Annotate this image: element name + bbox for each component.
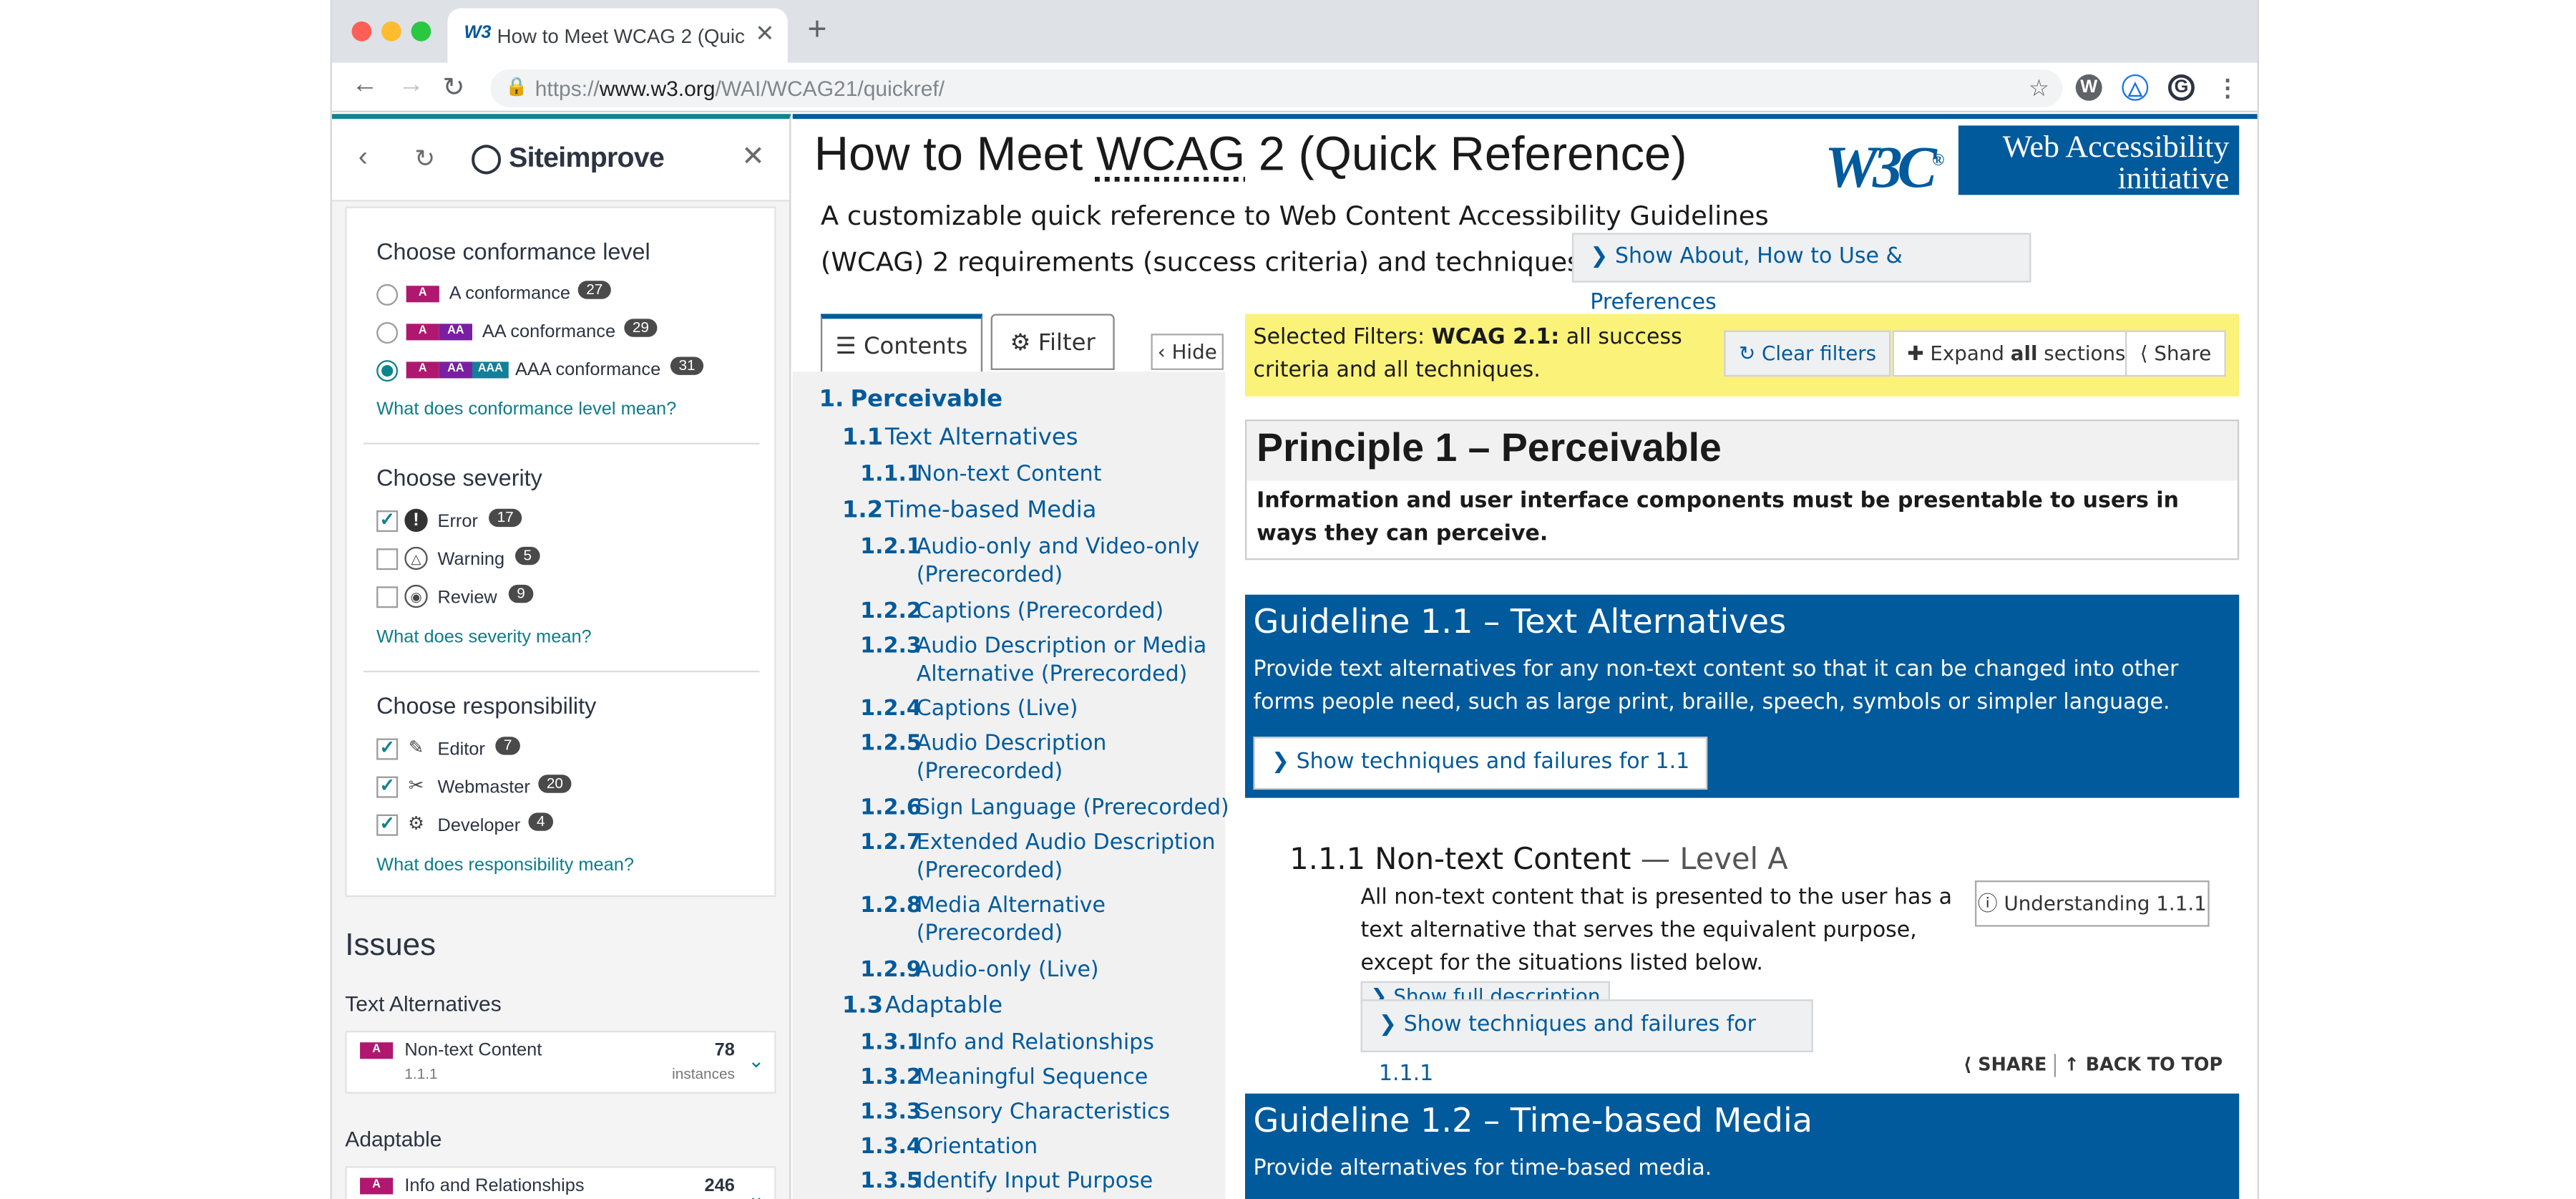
responsibility-option-editor[interactable]: ✓ ✎ Editor 7	[376, 737, 575, 763]
zoom-window-dot[interactable]	[411, 21, 431, 42]
refresh-icon[interactable]: ↻	[414, 144, 435, 173]
level-badge: A	[360, 1178, 394, 1195]
close-icon[interactable]: ✕	[741, 140, 765, 173]
table-of-contents: 1. Perceivable 1.1 Text Alternatives 1.1.1 No…	[792, 372, 1229, 1199]
severity-option-review[interactable]: ◉ Review 9	[376, 584, 575, 611]
divider	[2054, 1054, 2057, 1077]
conformance-help-link[interactable]: What does conformance level mean?	[376, 399, 676, 419]
selected-filters-bar: Selected Filters: WCAG 2.1: all success …	[1244, 314, 2240, 397]
tab-title: How to Meet WCAG 2 (Quickre	[497, 24, 745, 48]
page-content: How to Meet WCAG 2 (Quick Reference) W3C…	[792, 114, 2258, 1199]
review-eye-icon: ◉	[404, 584, 428, 608]
chevron-left-icon[interactable]: ‹	[358, 140, 368, 173]
principle-1-box: Principle 1 – Perceivable Information an…	[1244, 419, 2240, 560]
editor-icon: ✎	[408, 738, 424, 759]
share-button[interactable]: ⟨ Share	[2124, 330, 2227, 377]
guideline-desc: Provide alternatives for time-based medi…	[1253, 1156, 1712, 1181]
webmaster-wrench-icon: ✂	[408, 776, 424, 797]
issue-name: Non-text Content	[404, 1040, 542, 1061]
bookmark-star-icon[interactable]: ☆	[2029, 69, 2049, 107]
browser-tab[interactable]: W3 How to Meet WCAG 2 (Quickre ✕	[447, 8, 788, 63]
tab-filter[interactable]: ⚙ Filter	[990, 314, 1115, 370]
error-icon: !	[404, 508, 428, 533]
browser-window: W3 How to Meet WCAG 2 (Quickre ✕ + ← → ↻…	[330, 0, 2259, 1199]
warning-icon: △	[404, 546, 428, 571]
guideline-1-2-box: Guideline 1.2 – Time-based Media Provide…	[1244, 1093, 2240, 1199]
tab-close-icon[interactable]: ✕	[755, 20, 774, 48]
forward-arrow-icon[interactable]: →	[398, 71, 424, 101]
responsibility-option-webmaster[interactable]: ✓ ✂ Webmaster 20	[376, 775, 608, 801]
chevron-down-icon[interactable]: ⌄	[748, 1185, 764, 1199]
extension-triangle-icon[interactable]: △	[2122, 74, 2149, 101]
w3c-favicon-icon: W3	[464, 23, 492, 43]
sc-1-1-1-desc: All non-text content that is presented t…	[1360, 882, 1980, 1014]
understanding-1-1-1-button[interactable]: ⓘ Understanding 1.1.1	[1974, 880, 2210, 927]
close-window-dot[interactable]	[351, 21, 372, 42]
issue-count: 78	[714, 1040, 735, 1061]
developer-gear-icon: ⚙	[408, 814, 424, 835]
group-title-text-alternatives: Text Alternatives	[345, 991, 502, 1016]
responsibility-help-link[interactable]: What does responsibility mean?	[376, 855, 634, 875]
severity-help-link[interactable]: What does severity mean?	[376, 628, 592, 648]
back-arrow-icon[interactable]: ←	[352, 71, 379, 101]
new-tab-icon[interactable]: +	[807, 13, 826, 46]
divider	[363, 442, 760, 445]
severity-option-warning[interactable]: △ Warning 5	[376, 546, 575, 573]
screenshot-stage: W3 How to Meet WCAG 2 (Quickre ✕ + ← → ↻…	[0, 0, 2576, 1199]
responsibility-heading: Choose responsibility	[376, 691, 597, 719]
siteimprove-logo: ◯ Siteimprove	[470, 142, 665, 174]
main-column: Selected Filters: WCAG 2.1: all success …	[1244, 119, 2240, 1199]
chevron-down-icon[interactable]: ⌄	[748, 1049, 764, 1072]
group-title-adaptable: Adaptable	[345, 1126, 442, 1152]
guideline-1-1-box: Guideline 1.1 – Text Alternatives Provid…	[1244, 594, 2240, 798]
siteimprove-extension-icon[interactable]: G	[2167, 74, 2195, 101]
issue-count: 246	[704, 1176, 735, 1196]
sc-share-link[interactable]: ⟨ SHARE	[1963, 1054, 2047, 1075]
reload-icon[interactable]: ↻	[442, 71, 464, 104]
address-bar[interactable]: 🔒 https://www.w3.org/WAI/WCAG21/quickref…	[490, 69, 2063, 107]
tab-contents[interactable]: ☰ Contents	[820, 314, 983, 372]
level-badge: A	[360, 1042, 394, 1059]
hide-button[interactable]: ‹ Hide	[1151, 334, 1224, 370]
guideline-title: Guideline 1.1 – Text Alternatives	[1253, 601, 1787, 641]
divider	[363, 670, 760, 673]
minimize-window-dot[interactable]	[381, 21, 401, 42]
severity-heading: Choose severity	[376, 464, 542, 491]
issue-unit: instances	[672, 1065, 735, 1082]
principle-desc: Information and user interface component…	[1257, 489, 2179, 547]
tab-strip: W3 How to Meet WCAG 2 (Quickre ✕ +	[331, 0, 2258, 63]
selected-filters-text: Selected Filters: WCAG 2.1: all success …	[1253, 325, 1682, 384]
severity-option-error[interactable]: ✓! Error 17	[376, 508, 575, 535]
menu-kebab-icon[interactable]: ⋮	[2215, 74, 2241, 101]
issue-name: Info and Relationships	[404, 1176, 585, 1196]
back-to-top-link[interactable]: ↑ BACK TO TOP	[2064, 1054, 2223, 1075]
show-techniques-1-1-1-button[interactable]: ❯ Show techniques and failures for 1.1.1	[1360, 999, 1813, 1087]
conformance-heading: Choose conformance level	[376, 238, 650, 265]
responsibility-option-developer[interactable]: ✓ ⚙ Developer 4	[376, 812, 608, 839]
sidebar-header: ‹ ↻ ◯ Siteimprove ✕	[331, 119, 790, 202]
url-text: https://www.w3.org/WAI/WCAG21/quickref/	[535, 76, 945, 101]
expand-all-button[interactable]: ✚ Expand all sections	[1892, 330, 2141, 377]
filter-card: Choose conformance level A A conformance…	[345, 206, 776, 898]
browser-toolbar: ← → ↻ 🔒 https://www.w3.org/WAI/WCAG21/qu…	[331, 62, 2258, 112]
guideline-desc: Provide text alternatives for any non-te…	[1253, 657, 2179, 716]
principle-title: Principle 1 – Perceivable	[1246, 421, 2238, 481]
show-techniques-1-1-button[interactable]: ❯ Show techniques and failures for 1.1	[1253, 737, 1708, 790]
guideline-title: Guideline 1.2 – Time-based Media	[1253, 1100, 1813, 1140]
sc-1-1-1-heading: 1.1.1 Non-text Content — Level A	[1289, 842, 1788, 878]
siteimprove-sidebar: ‹ ↻ ◯ Siteimprove ✕ Choose conformance l…	[331, 114, 791, 1199]
extension-w-icon[interactable]: W	[2075, 74, 2102, 101]
clear-filters-button[interactable]: ↻ Clear filters	[1724, 330, 1891, 377]
issue-item-info-relationships[interactable]: A Info and Relationships 246 ⌄	[345, 1166, 776, 1199]
issue-ref: 1.1.1	[404, 1065, 438, 1082]
lock-icon: 🔒	[505, 77, 528, 98]
issue-item-non-text-content[interactable]: A Non-text Content 1.1.1 78 instances ⌄	[345, 1030, 776, 1094]
issues-heading: Issues	[345, 928, 436, 963]
